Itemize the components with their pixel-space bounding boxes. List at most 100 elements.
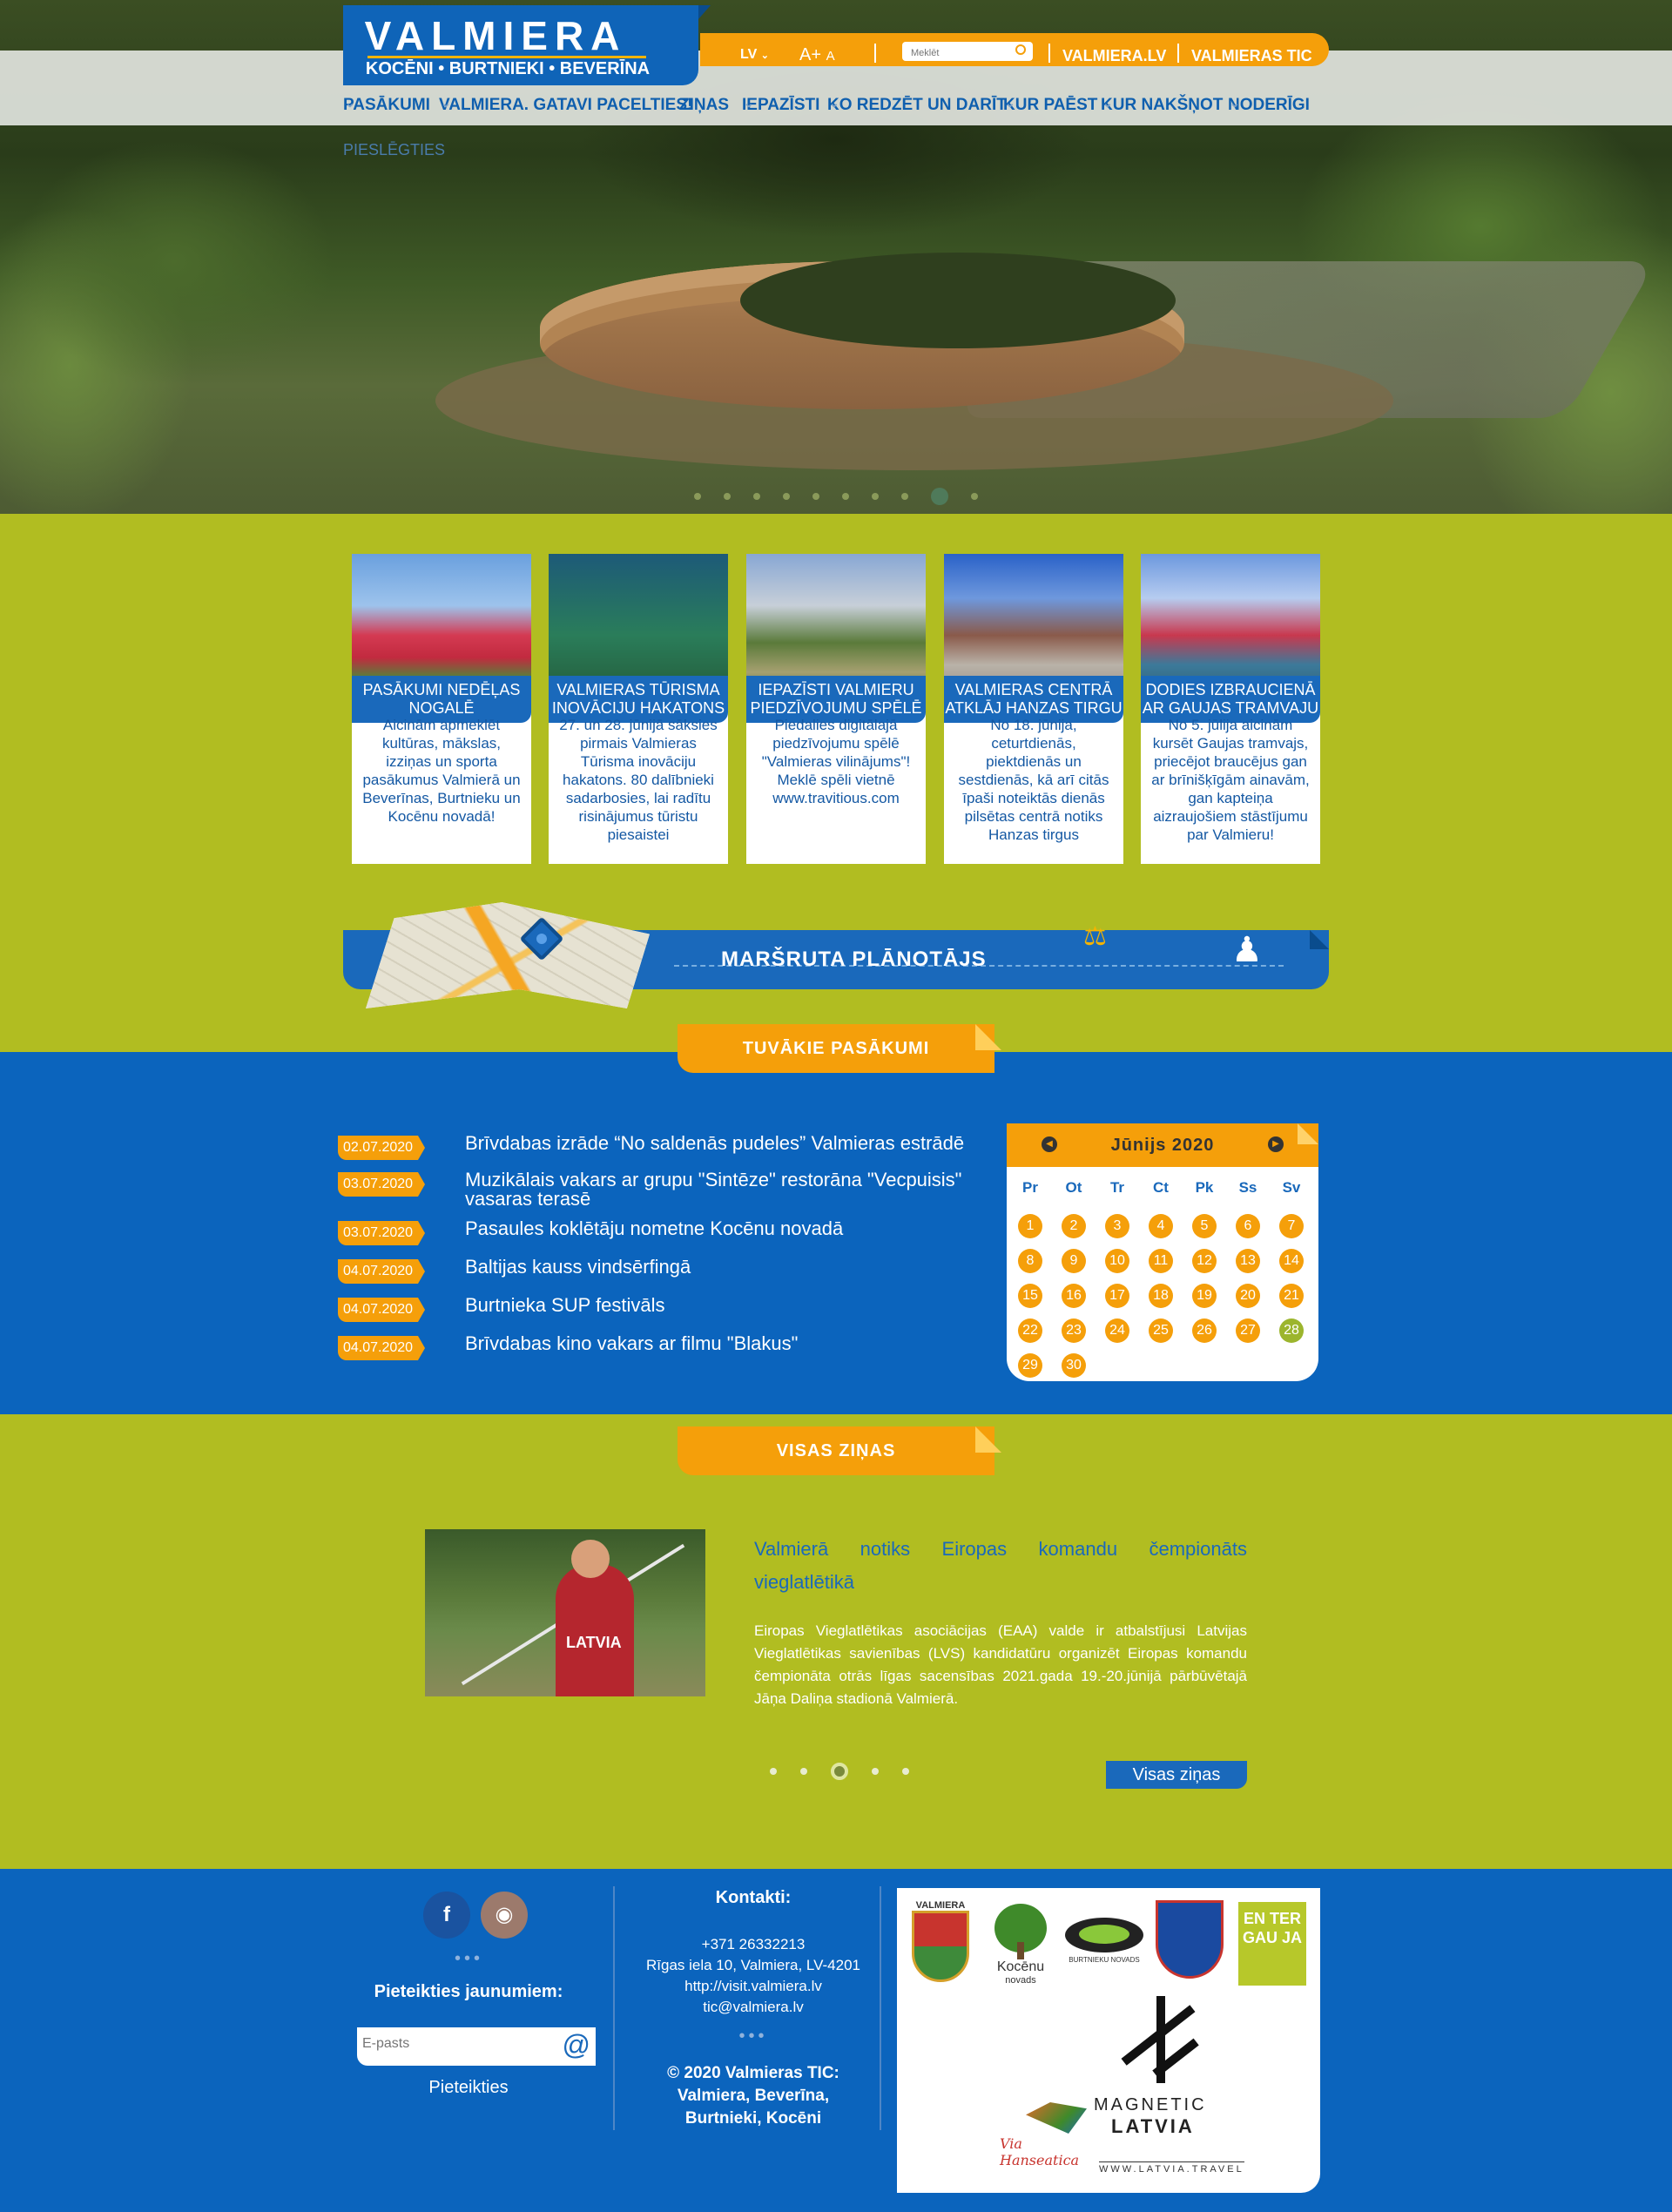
calendar-weekday: Pk (1195, 1179, 1214, 1196)
calendar-day[interactable]: 14 (1279, 1249, 1304, 1273)
search-input[interactable] (902, 44, 1007, 63)
calendar-day[interactable]: 6 (1236, 1214, 1260, 1238)
calendar-day[interactable]: 26 (1192, 1318, 1217, 1343)
calendar-day[interactable]: 17 (1105, 1284, 1129, 1308)
email-input[interactable] (362, 2036, 554, 2052)
slider-dot[interactable] (694, 493, 701, 500)
slider-dot[interactable] (783, 493, 790, 500)
events-tab[interactable]: TUVĀKIE PASĀKUMI (678, 1024, 1001, 1073)
slider-dot[interactable] (842, 493, 849, 500)
calendar-day[interactable]: 1 (1018, 1214, 1042, 1238)
nav-label: ZIŅAS (679, 96, 729, 114)
calendar-day[interactable]: 13 (1236, 1249, 1260, 1273)
calendar-day[interactable]: 9 (1062, 1249, 1086, 1273)
slider-dot[interactable] (753, 493, 760, 500)
event-item[interactable]: 02.07.2020 Brīvdabas izrāde “No saldenās… (338, 1132, 982, 1163)
magnetic-latvia-logo[interactable]: MAGNETIC LATVIA (1094, 2095, 1207, 2138)
entergauja-logo[interactable]: EN TER GAU JA (1238, 1902, 1310, 1986)
slider-dot[interactable] (770, 1768, 777, 1775)
logo-divider (367, 56, 646, 58)
card-text: Piedalies digitālajā piedzīvojumu spēlē … (761, 717, 911, 806)
slider-dot[interactable] (902, 1768, 909, 1775)
event-item[interactable]: 04.07.2020 Burtnieka SUP festivāls (338, 1294, 982, 1325)
calendar-day[interactable]: 15 (1018, 1284, 1042, 1308)
calendar-weekday: Tr (1109, 1179, 1125, 1196)
slider-dot[interactable] (872, 1768, 879, 1775)
banner-fold (1310, 930, 1329, 949)
valmiera-lv-link[interactable]: VALMIERA.LV (1062, 47, 1166, 65)
calendar-day[interactable]: 21 (1279, 1284, 1304, 1308)
calendar-day[interactable]: 4 (1149, 1214, 1173, 1238)
calendar-day[interactable]: 19 (1192, 1284, 1217, 1308)
facebook-icon[interactable]: f (423, 1892, 470, 1939)
calendar-day[interactable]: 23 (1062, 1318, 1086, 1343)
slider-dot[interactable] (812, 493, 819, 500)
calendar-day[interactable]: 3 (1105, 1214, 1129, 1238)
slider-dot[interactable] (724, 493, 731, 500)
slider-dot-active[interactable] (931, 488, 948, 505)
language-select[interactable]: LV ⌄ (740, 47, 769, 63)
calendar-day[interactable]: 7 (1279, 1214, 1304, 1238)
slider-dot[interactable] (872, 493, 879, 500)
event-item[interactable]: 03.07.2020 Pasaules koklētāju nometne Ko… (338, 1217, 982, 1249)
burtnieku-novads-logo[interactable]: BURTNIEKU NOVADS (1062, 1918, 1146, 1964)
feature-card[interactable]: VALMIERAS CENTRĀ ATKLĀJ HANZAS TIRGU No … (944, 554, 1123, 864)
subscribe-button[interactable]: Pieteikties (357, 2078, 580, 2098)
calendar-day[interactable]: 29 (1018, 1353, 1042, 1378)
site-logo[interactable]: VALMIERA KOCĒNI • BURTNIEKI • BEVERĪNA (343, 5, 711, 85)
slider-dot[interactable] (971, 493, 978, 500)
calendar-day[interactable]: 8 (1018, 1249, 1042, 1273)
event-item[interactable]: 03.07.2020 Muzikālais vakars ar grupu "S… (338, 1169, 982, 1209)
latvia-travel-link[interactable]: WWW.LATVIA.TRAVEL (1099, 2161, 1244, 2175)
feature-card[interactable]: PASĀKUMI NEDĒĻAS NOGALĒ Aicinām apmeklēt… (352, 554, 531, 864)
calendar-day[interactable]: 18 (1149, 1284, 1173, 1308)
feature-card[interactable]: VALMIERAS TŪRISMA INOVĀCIJU HAKATONS 27.… (549, 554, 728, 864)
slider-dot[interactable] (901, 493, 908, 500)
slider-dot-active[interactable] (831, 1763, 848, 1780)
divider-dots: ••• (738, 2027, 768, 2046)
event-title: Brīvdabas kino vakars ar filmu "Blakus" (465, 1332, 799, 1354)
contact-email[interactable]: tic@valmiera.lv (627, 1997, 880, 2018)
valmieras-tic-link[interactable]: VALMIERAS TIC (1191, 47, 1312, 65)
slider-dot[interactable] (800, 1768, 807, 1775)
valmiera-coat-of-arms-icon[interactable]: VALMIERA (909, 1900, 972, 1982)
search-icon[interactable] (1015, 44, 1026, 55)
language-label: LV (740, 47, 758, 62)
partner-label: LATVIA (1111, 2115, 1195, 2137)
calendar-day-today[interactable]: 28 (1279, 1318, 1304, 1343)
all-news-button[interactable]: Visas ziņas (1106, 1761, 1247, 1789)
news-tab[interactable]: VISAS ZIŅAS (678, 1426, 1001, 1475)
contact-site[interactable]: http://visit.valmiera.lv (627, 1976, 880, 1997)
beverinas-coat-of-arms-icon[interactable] (1153, 1900, 1226, 1979)
kocenu-novads-logo[interactable]: Kocēnu novads (988, 1904, 1054, 1986)
calendar-day[interactable]: 27 (1236, 1318, 1260, 1343)
partner-label: novads (1005, 1975, 1036, 1986)
calendar-day[interactable]: 10 (1105, 1249, 1129, 1273)
card-text: No 18. jūnija, ceturtdienās, piektdienās… (958, 717, 1109, 843)
calendar-day[interactable]: 11 (1149, 1249, 1173, 1273)
calendar-day[interactable]: 25 (1149, 1318, 1173, 1343)
feature-card[interactable]: IEPAZĪSTI VALMIERU PIEDZĪVOJUMU SPĒLĒ Pi… (746, 554, 926, 864)
event-date: 02.07.2020 (338, 1136, 425, 1160)
calendar-next-icon[interactable]: ▶ (1268, 1136, 1284, 1152)
copyright-line: © 2020 Valmieras TIC: (667, 2064, 839, 2082)
calendar-day[interactable]: 30 (1062, 1353, 1086, 1378)
calendar-day[interactable]: 20 (1236, 1284, 1260, 1308)
calendar-day[interactable]: 16 (1062, 1284, 1086, 1308)
calendar-day[interactable]: 2 (1062, 1214, 1086, 1238)
event-item[interactable]: 04.07.2020 Brīvdabas kino vakars ar film… (338, 1332, 982, 1364)
login-link[interactable]: PIESLĒGTIES (343, 141, 445, 159)
font-size-toggle[interactable]: A+ A (799, 45, 835, 65)
via-hanseatica-logo[interactable]: Via Hanseatica (1000, 2102, 1096, 2168)
calendar-day[interactable]: 22 (1018, 1318, 1042, 1343)
instagram-icon[interactable]: ◉ (481, 1892, 528, 1939)
news-image[interactable]: LATVIA (425, 1529, 705, 1696)
logo-name: VALMIERA (364, 13, 627, 58)
feature-card[interactable]: DODIES IZBRAUCIENĀ AR GAUJAS TRAMVAJU No… (1141, 554, 1320, 864)
calendar-day[interactable]: 5 (1192, 1214, 1217, 1238)
calendar-day[interactable]: 12 (1192, 1249, 1217, 1273)
event-item[interactable]: 04.07.2020 Baltijas kauss vindsērfingā (338, 1256, 982, 1287)
calendar-day[interactable]: 24 (1105, 1318, 1129, 1343)
news-title[interactable]: Valmierā notiks Eiropas komandu čempionā… (754, 1533, 1247, 1599)
lake-icon (1065, 1918, 1143, 1952)
